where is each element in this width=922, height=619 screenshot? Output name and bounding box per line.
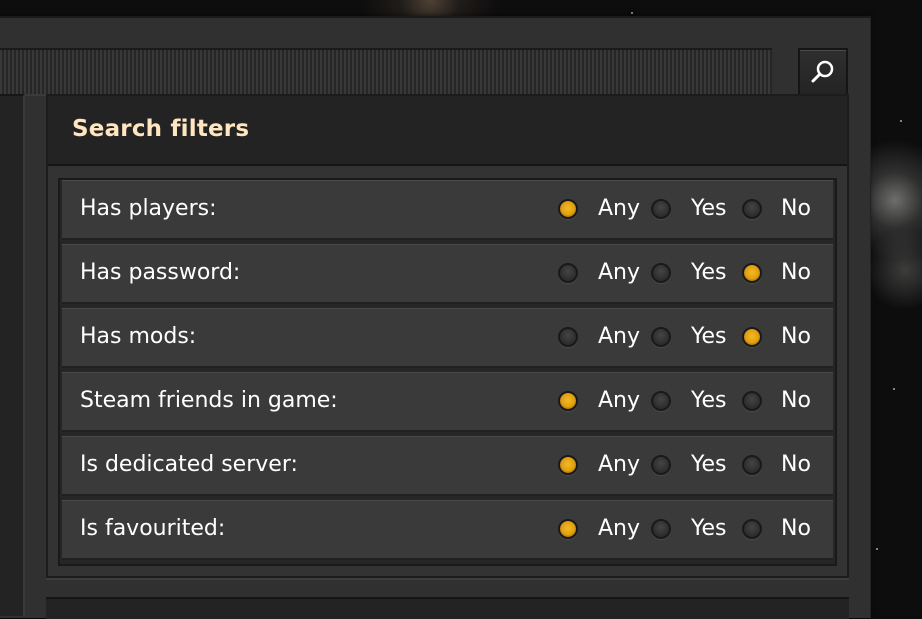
- filter-row-has-players: Has players: Any Yes No: [62, 180, 833, 240]
- star: [893, 388, 895, 390]
- radio-yes[interactable]: [651, 263, 671, 283]
- radio-no-label[interactable]: No: [781, 516, 811, 541]
- radio-any[interactable]: [558, 199, 578, 219]
- filter-label: Is favourited:: [80, 516, 226, 541]
- radio-any[interactable]: [558, 391, 578, 411]
- filter-row-steam-friends: Steam friends in game: Any Yes No: [62, 372, 833, 432]
- radio-no[interactable]: [742, 455, 762, 475]
- filter-label: Has mods:: [80, 324, 197, 349]
- radio-no-label[interactable]: No: [781, 388, 811, 413]
- star: [876, 548, 878, 550]
- filter-label: Has players:: [80, 196, 217, 221]
- filter-row-favourited: Is favourited: Any Yes No: [62, 500, 833, 560]
- star: [900, 120, 902, 122]
- radio-any[interactable]: [558, 519, 578, 539]
- search-input[interactable]: [0, 48, 772, 96]
- star: [631, 12, 633, 14]
- radio-yes-label[interactable]: Yes: [691, 324, 727, 349]
- radio-any-label[interactable]: Any: [598, 196, 640, 221]
- lower-panel: [46, 597, 849, 619]
- radio-any-label[interactable]: Any: [598, 324, 640, 349]
- search-filters-title: Search filters: [72, 116, 250, 142]
- radio-any-label[interactable]: Any: [598, 388, 640, 413]
- radio-yes-label[interactable]: Yes: [691, 516, 727, 541]
- radio-any[interactable]: [558, 327, 578, 347]
- search-button[interactable]: [798, 48, 848, 98]
- radio-no[interactable]: [742, 519, 762, 539]
- radio-no[interactable]: [742, 327, 762, 347]
- radio-no-label[interactable]: No: [781, 196, 811, 221]
- radio-yes-label[interactable]: Yes: [691, 452, 727, 477]
- search-filters-header: Search filters: [48, 96, 847, 166]
- radio-no[interactable]: [742, 391, 762, 411]
- filter-rows: Has players: Any Yes No Has password: An…: [58, 178, 837, 566]
- radio-no-label[interactable]: No: [781, 260, 811, 285]
- radio-yes[interactable]: [651, 391, 671, 411]
- radio-any[interactable]: [558, 455, 578, 475]
- radio-no-label[interactable]: No: [781, 324, 811, 349]
- radio-no-label[interactable]: No: [781, 452, 811, 477]
- filter-row-has-password: Has password: Any Yes No: [62, 244, 833, 304]
- radio-yes-label[interactable]: Yes: [691, 260, 727, 285]
- server-list-panel: [0, 94, 25, 616]
- radio-no[interactable]: [742, 263, 762, 283]
- radio-yes-label[interactable]: Yes: [691, 388, 727, 413]
- radio-yes[interactable]: [651, 199, 671, 219]
- magnifier-icon: [810, 58, 836, 88]
- radio-yes[interactable]: [651, 455, 671, 475]
- radio-any-label[interactable]: Any: [598, 516, 640, 541]
- filter-label: Has password:: [80, 260, 241, 285]
- radio-no[interactable]: [742, 199, 762, 219]
- radio-any-label[interactable]: Any: [598, 260, 640, 285]
- filter-row-dedicated-server: Is dedicated server: Any Yes No: [62, 436, 833, 496]
- filter-row-has-mods: Has mods: Any Yes No: [62, 308, 833, 368]
- filter-label: Steam friends in game:: [80, 388, 338, 413]
- search-filters-panel: Search filters Has players: Any Yes No H…: [46, 94, 849, 578]
- radio-yes[interactable]: [651, 519, 671, 539]
- radio-any-label[interactable]: Any: [598, 452, 640, 477]
- radio-any[interactable]: [558, 263, 578, 283]
- radio-yes-label[interactable]: Yes: [691, 196, 727, 221]
- filter-label: Is dedicated server:: [80, 452, 298, 477]
- radio-yes[interactable]: [651, 327, 671, 347]
